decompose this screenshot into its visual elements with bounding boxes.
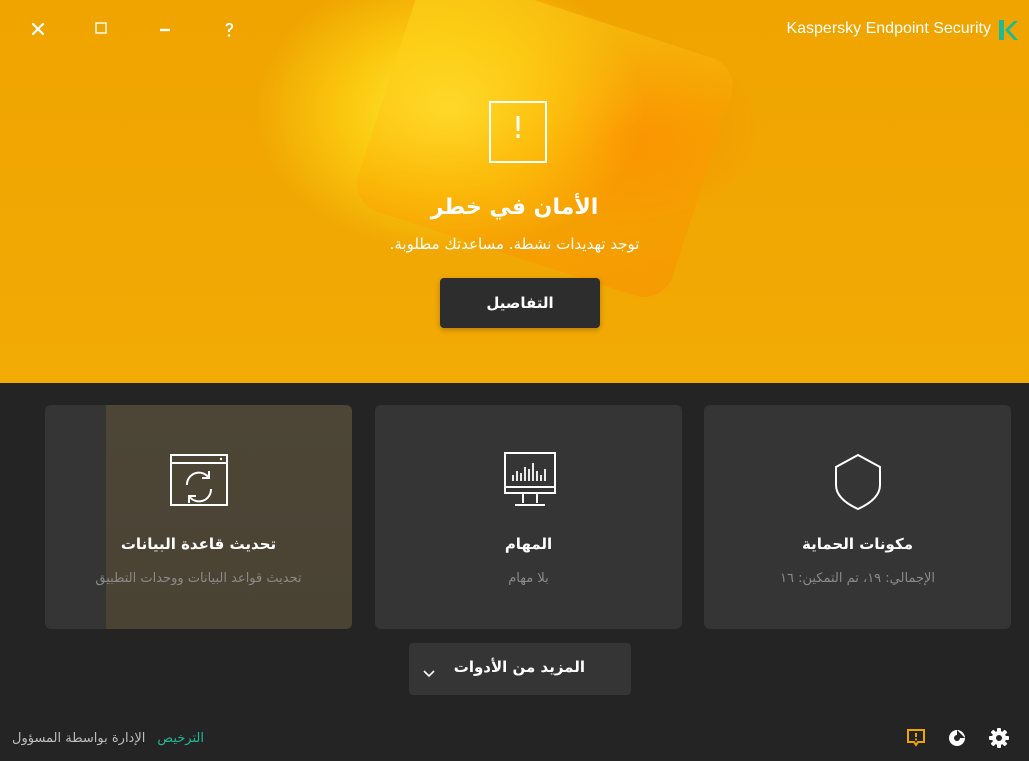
status-title: الأمان في خطر	[430, 195, 599, 220]
status-subtitle: توجد تهديدات نشطة. مساعدتك مطلوبة.	[389, 235, 640, 253]
notification-alert-icon[interactable]	[905, 727, 927, 749]
title-bar: Kaspersky Endpoint Security	[0, 0, 1029, 60]
settings-gear-icon[interactable]	[988, 727, 1010, 749]
app-title: Kaspersky Endpoint Security	[786, 20, 991, 37]
card-tasks[interactable]: المهام بلا مهام	[375, 405, 682, 629]
admin-managed-link[interactable]: الإدارة بواسطة المسؤول	[12, 731, 145, 746]
kaspersky-logo	[997, 18, 1019, 42]
card-database-update[interactable]: تحديث قاعدة البيانات تحديث قواعد البيانا…	[45, 405, 352, 629]
card-subtitle: بلا مهام	[508, 571, 549, 586]
card-title: تحديث قاعدة البيانات	[120, 535, 277, 553]
help-icon[interactable]	[218, 18, 240, 42]
minimize-icon[interactable]	[154, 18, 176, 42]
card-subtitle: تحديث قواعد البيانات ووحدات التطبيق	[95, 571, 302, 586]
chevron-down-icon	[423, 663, 435, 682]
support-icon[interactable]	[946, 727, 968, 749]
more-tools-button[interactable]: المزيد من الأدوات	[409, 643, 631, 695]
monitor-chart-icon	[375, 449, 682, 519]
card-title: المهام	[504, 535, 553, 553]
card-protection-components[interactable]: مكونات الحماية الإجمالي: ١٩، تم التمكين:…	[704, 405, 1011, 629]
exclamation-icon: !	[489, 101, 547, 163]
card-subtitle: الإجمالي: ١٩، تم التمكين: ١٦	[779, 571, 936, 586]
more-tools-label: المزيد من الأدوات	[453, 658, 585, 676]
footer-links: الترخيص الإدارة بواسطة المسؤول	[12, 731, 204, 746]
details-button[interactable]: التفاصيل	[440, 278, 600, 328]
shield-icon	[704, 449, 1011, 519]
close-icon[interactable]	[27, 18, 49, 42]
license-link[interactable]: الترخيص	[157, 731, 204, 746]
refresh-window-icon	[45, 449, 352, 519]
card-title: مكونات الحماية	[802, 535, 913, 553]
status-banner: Kaspersky Endpoint Security ! الأمان في …	[0, 0, 1029, 383]
maximize-icon[interactable]	[90, 18, 112, 42]
